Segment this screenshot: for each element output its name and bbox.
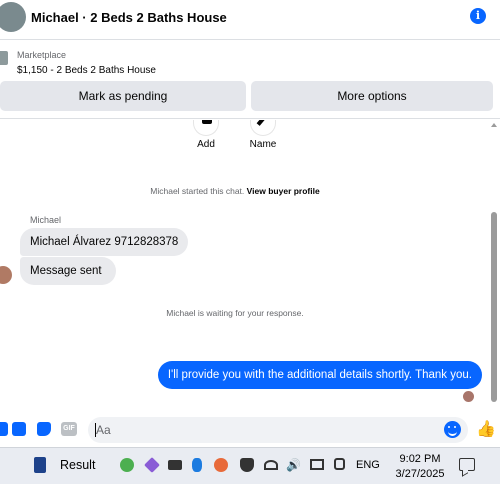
info-icon[interactable]: i: [470, 8, 486, 24]
listing-item[interactable]: $1,150 - 2 Beds 2 Baths House: [17, 65, 156, 76]
text-caret: [95, 423, 96, 437]
taskbar-result-label[interactable]: Result: [60, 458, 95, 472]
volume-icon[interactable]: 🔊: [286, 458, 301, 472]
chat-title[interactable]: Michael · 2 Beds 2 Baths House: [31, 10, 227, 25]
scroll-up-arrow-icon[interactable]: [491, 123, 497, 127]
bluetooth-icon[interactable]: [192, 458, 202, 472]
globe-icon[interactable]: [120, 458, 134, 472]
edit-name-action[interactable]: Name: [243, 120, 283, 150]
seen-indicator-avatar: [463, 391, 474, 402]
pencil-icon: [250, 120, 276, 136]
gif-icon[interactable]: GIF: [61, 422, 77, 436]
app-tray-icon[interactable]: [214, 458, 228, 472]
more-options-button[interactable]: More options: [251, 81, 493, 111]
mark-as-pending-button[interactable]: Mark as pending: [0, 81, 246, 111]
chat-header: Michael · 2 Beds 2 Baths House i: [0, 0, 500, 40]
language-indicator[interactable]: ENG: [356, 459, 380, 471]
incoming-message[interactable]: Michael Álvarez 9712828378: [20, 228, 189, 256]
message-composer: GIF 👍: [0, 413, 500, 447]
add-person-icon: [193, 120, 219, 136]
sender-name: Michael: [30, 215, 62, 225]
nba-logo-icon[interactable]: [34, 457, 46, 473]
chat-started-text: Michael started this chat.: [150, 186, 245, 196]
marketplace-listing-bar: Marketplace $1,150 - 2 Beds 2 Baths Hous…: [0, 41, 500, 119]
emoji-icon[interactable]: [444, 421, 461, 438]
chat-started-notice: Michael started this chat. View buyer pr…: [0, 186, 470, 196]
clock[interactable]: 9:02 PM 3/27/2025: [388, 452, 452, 482]
listing-thumbnail[interactable]: [0, 51, 8, 65]
outgoing-message[interactable]: I'll provide you with the additional det…: [157, 361, 482, 389]
waiting-notice: Michael is waiting for your response.: [166, 308, 304, 318]
add-contact-action[interactable]: Add: [186, 120, 226, 150]
add-label: Add: [197, 139, 215, 150]
clock-date: 3/27/2025: [395, 468, 445, 480]
battery-icon[interactable]: [168, 460, 182, 470]
security-shield-icon[interactable]: [240, 458, 254, 472]
display-icon[interactable]: [310, 459, 324, 470]
photo-icon[interactable]: [12, 422, 26, 436]
more-actions-icon[interactable]: [0, 422, 8, 436]
view-buyer-profile-link[interactable]: View buyer profile: [247, 186, 320, 196]
taskbar: Result 🔊 ENG 9:02 PM 3/27/2025: [0, 447, 500, 484]
message-input[interactable]: [88, 417, 468, 443]
listing-source: Marketplace: [17, 50, 67, 60]
sticker-icon[interactable]: [37, 422, 51, 436]
sender-avatar[interactable]: [0, 266, 12, 284]
vpn-icon[interactable]: [144, 457, 160, 473]
clock-time: 9:02 PM: [399, 453, 441, 465]
name-label: Name: [249, 139, 277, 150]
incoming-message[interactable]: Message sent: [20, 257, 116, 285]
camera-icon[interactable]: [334, 458, 345, 470]
notifications-icon[interactable]: [459, 458, 475, 471]
conversation-area: Add Name Michael started this chat. View…: [0, 120, 500, 413]
thumbs-up-icon[interactable]: 👍: [476, 421, 496, 439]
scrollbar[interactable]: [491, 212, 497, 402]
wifi-icon[interactable]: [264, 460, 278, 470]
listing-avatar[interactable]: [0, 2, 26, 32]
